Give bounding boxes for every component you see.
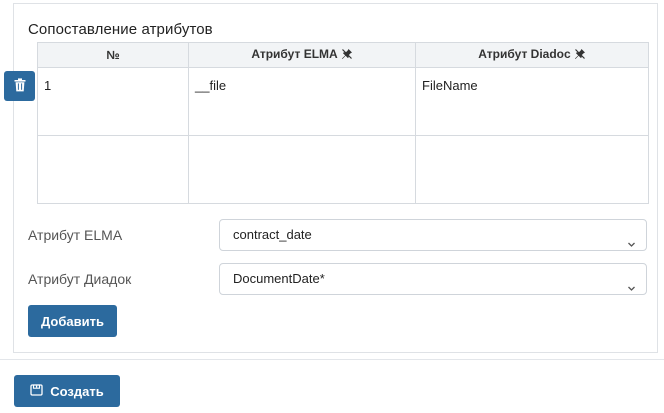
panel-title: Сопоставление атрибутов: [28, 21, 213, 38]
create-button-label: Создать: [50, 383, 104, 399]
column-header-elma-label: Атрибут ELMA: [251, 47, 338, 61]
column-header-elma: Атрибут ELMA: [188, 42, 416, 68]
table-row[interactable]: 1 __file FileName: [37, 67, 649, 136]
table-row[interactable]: [37, 135, 649, 204]
chevron-down-icon: [627, 230, 636, 260]
create-button[interactable]: Создать: [14, 375, 120, 407]
chevron-down-icon: [627, 274, 636, 304]
cell-number: [37, 135, 189, 204]
diadoc-attribute-label: Атрибут Диадок: [28, 271, 132, 287]
divider: [0, 359, 664, 360]
cell-diadoc-attribute: [415, 135, 649, 204]
pin-off-icon[interactable]: [574, 48, 586, 63]
cell-elma-attribute: [188, 135, 416, 204]
diadoc-attribute-select[interactable]: DocumentDate*: [219, 263, 647, 295]
elma-attribute-value: contract_date: [233, 227, 312, 242]
column-header-diadoc-label: Атрибут Diadoc: [478, 47, 571, 61]
document-save-icon: [30, 383, 43, 399]
elma-attribute-label: Атрибут ELMA: [28, 227, 123, 243]
cell-number: 1: [37, 67, 189, 136]
trash-icon: [14, 77, 26, 95]
column-header-diadoc: Атрибут Diadoc: [415, 42, 649, 68]
cell-elma-attribute: __file: [188, 67, 416, 136]
add-button[interactable]: Добавить: [28, 305, 117, 337]
diadoc-attribute-value: DocumentDate*: [233, 271, 325, 286]
table-header-row: № Атрибут ELMA Атрибут Diadoc: [37, 42, 649, 68]
attribute-mapping-panel: Сопоставление атрибутов № Атрибут ELMA А…: [13, 3, 658, 353]
cell-diadoc-attribute: FileName: [415, 67, 649, 136]
elma-attribute-select[interactable]: contract_date: [219, 219, 647, 251]
attribute-mapping-table: № Атрибут ELMA Атрибут Diadoc 1 __file F…: [37, 42, 649, 204]
pin-off-icon[interactable]: [341, 48, 353, 63]
column-header-number: №: [37, 42, 189, 68]
delete-row-button[interactable]: [4, 71, 35, 101]
